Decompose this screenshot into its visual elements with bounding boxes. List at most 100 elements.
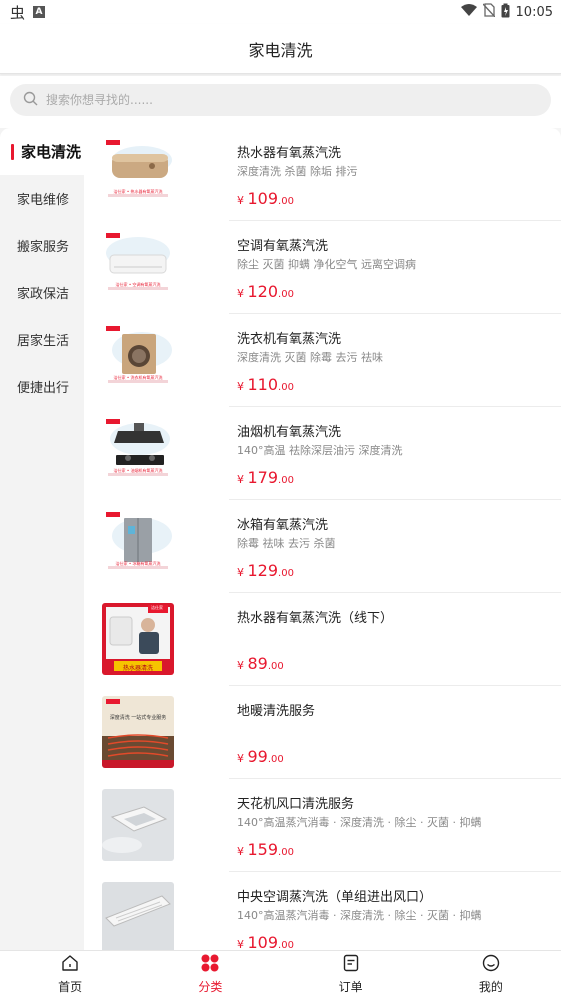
product-name: 地暖清洗服务: [237, 704, 316, 719]
status-bar: 虫 A 10:05: [0, 0, 561, 24]
price-integer: 109: [247, 189, 279, 208]
tab-label: 分类: [198, 980, 223, 994]
product-description: 除尘 灭菌 抑螨 净化空气 远离空调病: [237, 258, 416, 271]
wifi-icon: [460, 3, 477, 21]
clock-time: 10:05: [515, 4, 553, 20]
currency-symbol: ¥: [237, 473, 244, 486]
currency-symbol: ¥: [237, 380, 244, 393]
thumbnail-caption: 洁仕家 • 冰箱有氧蒸汽洗: [115, 561, 161, 566]
product-item[interactable]: 洁仕家 • 热水器有氧蒸汽洗 热水器有氧蒸汽洗 深度清洗 杀菌 除垢 排污 ¥ …: [84, 128, 561, 221]
price-decimal: .00: [278, 196, 294, 207]
sidebar-item-home-life[interactable]: 居家生活: [0, 316, 84, 363]
product-price: ¥ 120.00: [237, 282, 294, 301]
product-price: ¥ 109.00: [237, 189, 294, 208]
category-icon: [200, 953, 220, 976]
price-decimal: .00: [278, 289, 294, 300]
currency-symbol: ¥: [237, 659, 244, 672]
page-title: 家电清洗: [248, 40, 313, 60]
product-description: 140°高温蒸汽消毒 · 深度清洗 · 除尘 · 灭菌 · 抑螨: [237, 816, 482, 829]
product-name: 洗衣机有氧蒸汽洗: [237, 332, 342, 347]
a-badge-icon: A: [33, 6, 46, 18]
product-description: 深度清洗 灭菌 除霉 去污 祛味: [237, 351, 383, 364]
product-name: 热水器有氧蒸汽洗: [237, 146, 342, 161]
product-item[interactable]: 洁仕家 热水器清洗 热水器有氧蒸汽洗（线下） ¥ 89.00: [84, 593, 561, 686]
product-thumbnail: 洁仕家 热水器清洗: [102, 603, 174, 675]
no-sim-icon: [482, 3, 496, 21]
thumbnail-caption: 洁仕家 • 空调有氧蒸汽洗: [115, 282, 161, 287]
thumbnail-caption: 热水器清洗: [122, 665, 153, 672]
sidebar-item-appliance-cleaning[interactable]: 家电清洗: [0, 128, 84, 175]
sidebar-item-travel[interactable]: 便捷出行: [0, 363, 84, 410]
sidebar-item-label: 搬家服务: [17, 240, 70, 255]
currency-symbol: ¥: [237, 752, 244, 765]
sidebar-item-label: 家政保洁: [17, 287, 70, 302]
sidebar-item-appliance-repair[interactable]: 家电维修: [0, 175, 84, 222]
product-name: 中央空调蒸汽洗（单组进出风口）: [237, 890, 433, 905]
tab-profile[interactable]: 我的: [421, 951, 561, 997]
profile-icon: [481, 953, 501, 976]
product-description: 除霉 祛味 去污 杀菌: [237, 537, 336, 550]
tab-category[interactable]: 分类: [140, 951, 280, 997]
product-price: ¥ 89.00: [237, 654, 284, 673]
product-item[interactable]: 洁仕家 • 冰箱有氧蒸汽洗 冰箱有氧蒸汽洗 除霉 祛味 去污 杀菌 ¥ 129.…: [84, 500, 561, 593]
sidebar-item-housekeeping[interactable]: 家政保洁: [0, 269, 84, 316]
price-decimal: .00: [278, 382, 294, 393]
product-thumbnail: 洁仕家 • 冰箱有氧蒸汽洗: [102, 510, 174, 582]
thumbnail-caption: 洁仕家 • 洗衣机有氧蒸汽洗: [113, 375, 163, 380]
tab-home[interactable]: 首页: [0, 951, 140, 997]
product-price: ¥ 99.00: [237, 747, 284, 766]
home-icon: [60, 953, 80, 976]
price-decimal: .00: [267, 754, 284, 765]
product-price: ¥ 110.00: [237, 375, 294, 394]
tab-orders[interactable]: 订单: [281, 951, 421, 997]
main-content: 家电清洗 家电维修 搬家服务 家政保洁 居家生活 便捷出行 洁仕家 • 热水器有…: [0, 128, 561, 950]
price-integer: 159: [247, 840, 279, 859]
search-box[interactable]: [10, 84, 551, 116]
sidebar-item-label: 家电维修: [17, 193, 70, 208]
product-thumbnail: 洁仕家 • 热水器有氧蒸汽洗: [102, 138, 174, 210]
price-integer: 120: [247, 282, 279, 301]
product-name: 油烟机有氧蒸汽洗: [237, 425, 342, 440]
price-decimal: .00: [267, 661, 284, 672]
product-item[interactable]: 洁仕家 • 洗衣机有氧蒸汽洗 洗衣机有氧蒸汽洗 深度清洗 灭菌 除霉 去污 祛味…: [84, 314, 561, 407]
search-input[interactable]: [46, 93, 446, 107]
thumbnail-caption: 深度清洗 一站式专业服务: [109, 715, 167, 721]
product-item[interactable]: 洁仕家 • 空调有氧蒸汽洗 空调有氧蒸汽洗 除尘 灭菌 抑螨 净化空气 远离空调…: [84, 221, 561, 314]
title-bar: 家电清洗: [0, 24, 561, 74]
product-item[interactable]: 洁仕家 • 油烟机有氧蒸汽洗 油烟机有氧蒸汽洗 140°高温 祛除深层油污 深度…: [84, 407, 561, 500]
price-integer: 110: [247, 375, 279, 394]
product-item[interactable]: 中央空调蒸汽洗（单组进出风口） 140°高温蒸汽消毒 · 深度清洗 · 除尘 ·…: [84, 872, 561, 950]
tab-label: 首页: [58, 980, 83, 994]
currency-symbol: ¥: [237, 566, 244, 579]
product-item[interactable]: 深度清洗 一站式专业服务 地暖清洗服务 ¥ 99.00: [84, 686, 561, 779]
price-integer: 109: [247, 933, 279, 950]
currency-symbol: ¥: [237, 194, 244, 207]
product-price: ¥ 129.00: [237, 561, 294, 580]
price-integer: 179: [247, 468, 279, 487]
thumbnail-caption: 洁仕家 • 油烟机有氧蒸汽洗: [113, 468, 163, 473]
currency-symbol: ¥: [237, 287, 244, 300]
currency-symbol: ¥: [237, 845, 244, 858]
product-thumbnail: [102, 882, 174, 950]
product-item[interactable]: 天花机风口清洗服务 140°高温蒸汽消毒 · 深度清洗 · 除尘 · 灭菌 · …: [84, 779, 561, 872]
battery-icon: [501, 3, 510, 22]
product-thumbnail: 洁仕家 • 空调有氧蒸汽洗: [102, 231, 174, 303]
category-sidebar: 家电清洗 家电维修 搬家服务 家政保洁 居家生活 便捷出行: [0, 128, 84, 950]
price-decimal: .00: [278, 475, 294, 486]
thumbnail-caption: 洁仕家 • 热水器有氧蒸汽洗: [113, 189, 163, 194]
sidebar-item-moving-service[interactable]: 搬家服务: [0, 222, 84, 269]
product-price: ¥ 109.00: [237, 933, 294, 950]
product-name: 热水器有氧蒸汽洗（线下）: [237, 611, 394, 626]
product-thumbnail: [102, 789, 174, 861]
tab-label: 订单: [338, 980, 363, 994]
product-name: 天花机风口清洗服务: [237, 797, 355, 812]
app-notification-icon: 虫: [10, 3, 26, 22]
product-price: ¥ 159.00: [237, 840, 294, 859]
search-area: [0, 76, 561, 128]
price-decimal: .00: [278, 847, 294, 858]
product-description: 140°高温 祛除深层油污 深度清洗: [237, 444, 403, 457]
tab-label: 我的: [478, 980, 503, 994]
price-decimal: .00: [278, 568, 294, 579]
price-decimal: .00: [278, 940, 294, 950]
currency-symbol: ¥: [237, 938, 244, 950]
